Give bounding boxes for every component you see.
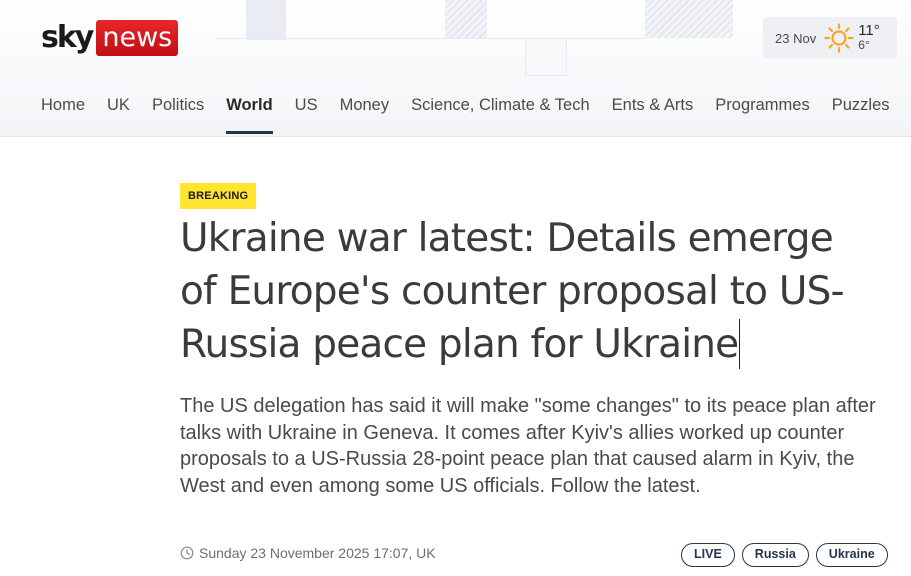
clock-icon xyxy=(180,546,194,560)
nav-item-programmes[interactable]: Programmes xyxy=(715,96,809,118)
main-navigation: Home UK Politics World US Money Science,… xyxy=(41,96,911,134)
header-decoration xyxy=(246,0,286,40)
article-standfirst: The US delegation has said it will make … xyxy=(180,395,876,497)
sky-news-logo[interactable]: sky news xyxy=(41,18,179,58)
header-decoration xyxy=(215,38,645,39)
sun-icon xyxy=(824,23,854,53)
article-tags: LIVE Russia Ukraine xyxy=(681,543,895,567)
temperature-low: 6° xyxy=(858,38,870,52)
header-decoration xyxy=(445,0,487,38)
nav-item-puzzles[interactable]: Puzzles xyxy=(832,96,890,118)
nav-item-science-climate-tech[interactable]: Science, Climate & Tech xyxy=(411,96,590,118)
text-cursor xyxy=(739,319,741,369)
breaking-badge: BREAKING xyxy=(180,183,257,209)
weather-temps: 11° 6° xyxy=(858,22,880,52)
temperature-high: 11° xyxy=(858,22,880,39)
nav-item-world[interactable]: World xyxy=(226,96,274,134)
nav-item-politics[interactable]: Politics xyxy=(152,96,204,118)
header-decoration xyxy=(525,38,567,76)
weather-date: 23 Nov xyxy=(775,30,817,46)
logo-sky-text: sky xyxy=(41,20,94,55)
nav-item-home[interactable]: Home xyxy=(41,96,85,118)
timestamp-text: Sunday 23 November 2025 17:07, UK xyxy=(199,545,436,561)
tag-live[interactable]: LIVE xyxy=(681,543,735,567)
nav-item-money[interactable]: Money xyxy=(340,96,390,118)
tag-ukraine[interactable]: Ukraine xyxy=(815,543,888,567)
headline-text: Ukraine war latest: Details emerge of Eu… xyxy=(180,216,845,367)
header-decoration xyxy=(645,0,733,38)
site-header: sky news 23 Nov 11° 6° Home UK Politics … xyxy=(0,0,911,137)
article-headline: Ukraine war latest: Details emerge of Eu… xyxy=(180,212,880,371)
tag-russia[interactable]: Russia xyxy=(741,543,809,567)
nav-item-us[interactable]: US xyxy=(295,96,318,118)
article-timestamp: Sunday 23 November 2025 17:07, UK xyxy=(180,545,436,561)
logo-news-text: news xyxy=(96,20,179,56)
nav-item-ents-arts[interactable]: Ents & Arts xyxy=(612,96,694,118)
nav-item-uk[interactable]: UK xyxy=(107,96,130,118)
weather-widget[interactable]: 23 Nov 11° 6° xyxy=(763,17,897,59)
